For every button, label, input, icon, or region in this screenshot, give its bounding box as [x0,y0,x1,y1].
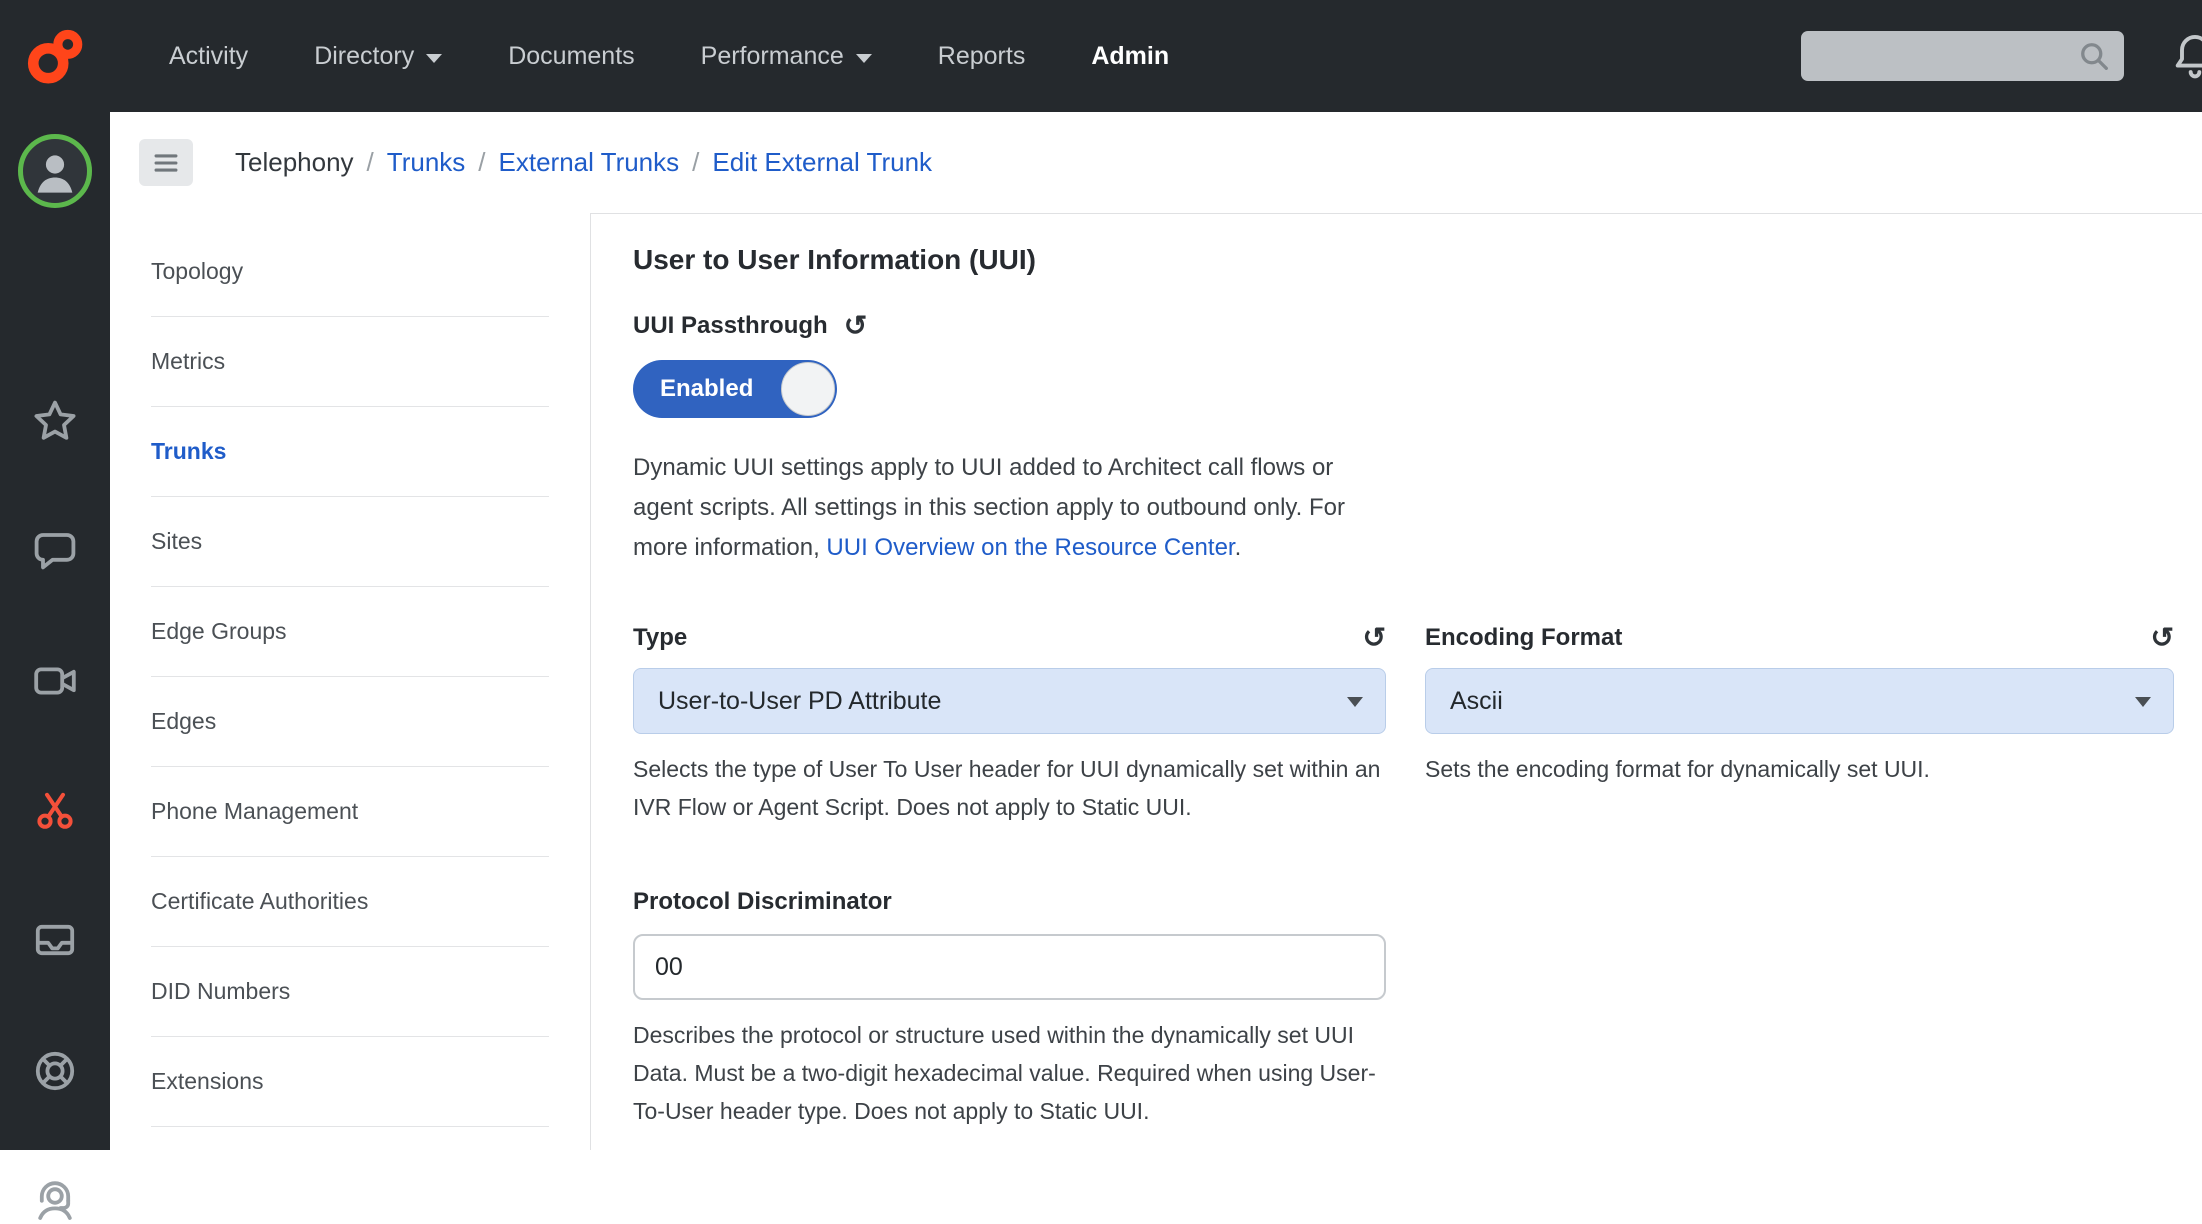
sidebar-item-metrics[interactable]: Metrics [151,317,549,407]
type-selected-value: User-to-User PD Attribute [658,687,941,716]
life-ring-icon[interactable] [0,1047,110,1095]
toggle-knob [781,362,835,416]
video-camera-icon[interactable] [0,657,110,705]
breadcrumb: Telephony / Trunks / External Trunks / E… [235,147,932,178]
nav-label: Reports [938,42,1026,71]
toggle-state-label: Enabled [633,375,753,403]
nav-label: Documents [508,42,634,71]
uui-overview-link[interactable]: UUI Overview on the Resource Center [826,534,1234,561]
favorites-star-icon[interactable] [0,397,110,445]
encoding-selected-value: Ascii [1450,687,1503,716]
avatar [18,134,92,208]
type-help-text: Selects the type of User To User header … [633,750,1386,826]
sidebar-item-certificate-authorities[interactable]: Certificate Authorities [151,857,549,947]
sidebar-item-edges[interactable]: Edges [151,677,549,767]
menu-hamburger-button[interactable] [139,139,193,186]
reset-icon[interactable]: ↺ [844,314,867,338]
type-select[interactable]: User-to-User PD Attribute [633,668,1386,734]
main-content: User to User Information (UUI) UUI Passt… [590,213,2202,1150]
breadcrumb-separator: / [478,147,485,178]
nav-label: Directory [314,42,414,71]
search-icon [2076,38,2112,74]
genesys-logo-icon[interactable] [0,27,110,85]
sidebar-item-trunks[interactable]: Trunks [151,407,549,497]
uui-description: Dynamic UUI settings apply to UUI added … [633,448,1399,568]
scissors-icon[interactable] [0,786,110,834]
section-title: User to User Information (UUI) [633,244,2202,276]
protocol-discriminator-group: Protocol Discriminator Describes the pro… [633,888,2202,1130]
global-search [1801,31,2124,81]
encoding-format-label: Encoding Format [1425,624,1622,652]
reset-icon[interactable]: ↺ [1363,626,1386,650]
sidebar-item-did-numbers[interactable]: DID Numbers [151,947,549,1037]
nav-label: Activity [169,42,248,71]
user-avatar[interactable] [0,134,110,208]
protocol-help-text: Describes the protocol or structure used… [633,1016,1393,1130]
sidebar-item-edge-groups[interactable]: Edge Groups [151,587,549,677]
breadcrumb-separator: / [692,147,699,178]
primary-nav: Activity Directory Documents Performance… [136,0,1202,112]
agent-headset-icon[interactable] [0,1176,110,1224]
nav-item-performance[interactable]: Performance [668,0,905,112]
app-rail [0,112,110,1150]
breadcrumb-separator: / [367,147,374,178]
sidebar-item-phone-management[interactable]: Phone Management [151,767,549,857]
chevron-down-icon [1347,697,1363,707]
breadcrumb-item-telephony: Telephony [235,147,354,178]
notifications-bell-icon[interactable] [2169,30,2202,82]
encoding-field-group: Encoding Format ↺ Ascii Sets the encodin… [1425,624,2174,826]
description-text-end: . [1235,534,1242,561]
chevron-down-icon [2135,697,2151,707]
nav-label: Performance [701,42,844,71]
chevron-down-icon [856,54,872,63]
encoding-help-text: Sets the encoding format for dynamically… [1425,750,2174,788]
breadcrumb-item-external-trunks[interactable]: External Trunks [499,147,680,178]
protocol-discriminator-label: Protocol Discriminator [633,888,892,915]
chat-bubble-icon[interactable] [0,526,110,574]
sidebar-item-topology[interactable]: Topology [151,227,549,317]
nav-item-documents[interactable]: Documents [475,0,667,112]
uui-passthrough-label: UUI Passthrough [633,312,828,340]
nav-item-directory[interactable]: Directory [281,0,475,112]
uui-passthrough-toggle[interactable]: Enabled [633,360,837,418]
reset-icon[interactable]: ↺ [2151,626,2174,650]
nav-label: Admin [1091,42,1169,71]
inbox-tray-icon[interactable] [0,916,110,964]
nav-item-admin[interactable]: Admin [1058,0,1202,112]
type-field-group: Type ↺ User-to-User PD Attribute Selects… [633,624,1386,826]
type-label: Type [633,624,687,652]
chevron-down-icon [426,54,442,63]
encoding-format-select[interactable]: Ascii [1425,668,2174,734]
protocol-discriminator-input[interactable] [633,934,1386,1000]
top-navigation-bar: Activity Directory Documents Performance… [0,0,2202,112]
sidebar-item-extensions[interactable]: Extensions [151,1037,549,1127]
breadcrumb-bar: Telephony / Trunks / External Trunks / E… [110,112,2202,213]
breadcrumb-item-trunks[interactable]: Trunks [387,147,466,178]
sidebar-item-sites[interactable]: Sites [151,497,549,587]
telephony-sidebar: Topology Metrics Trunks Sites Edge Group… [110,213,590,1150]
nav-item-activity[interactable]: Activity [136,0,281,112]
nav-item-reports[interactable]: Reports [905,0,1059,112]
breadcrumb-item-edit-external-trunk[interactable]: Edit External Trunk [712,147,932,178]
